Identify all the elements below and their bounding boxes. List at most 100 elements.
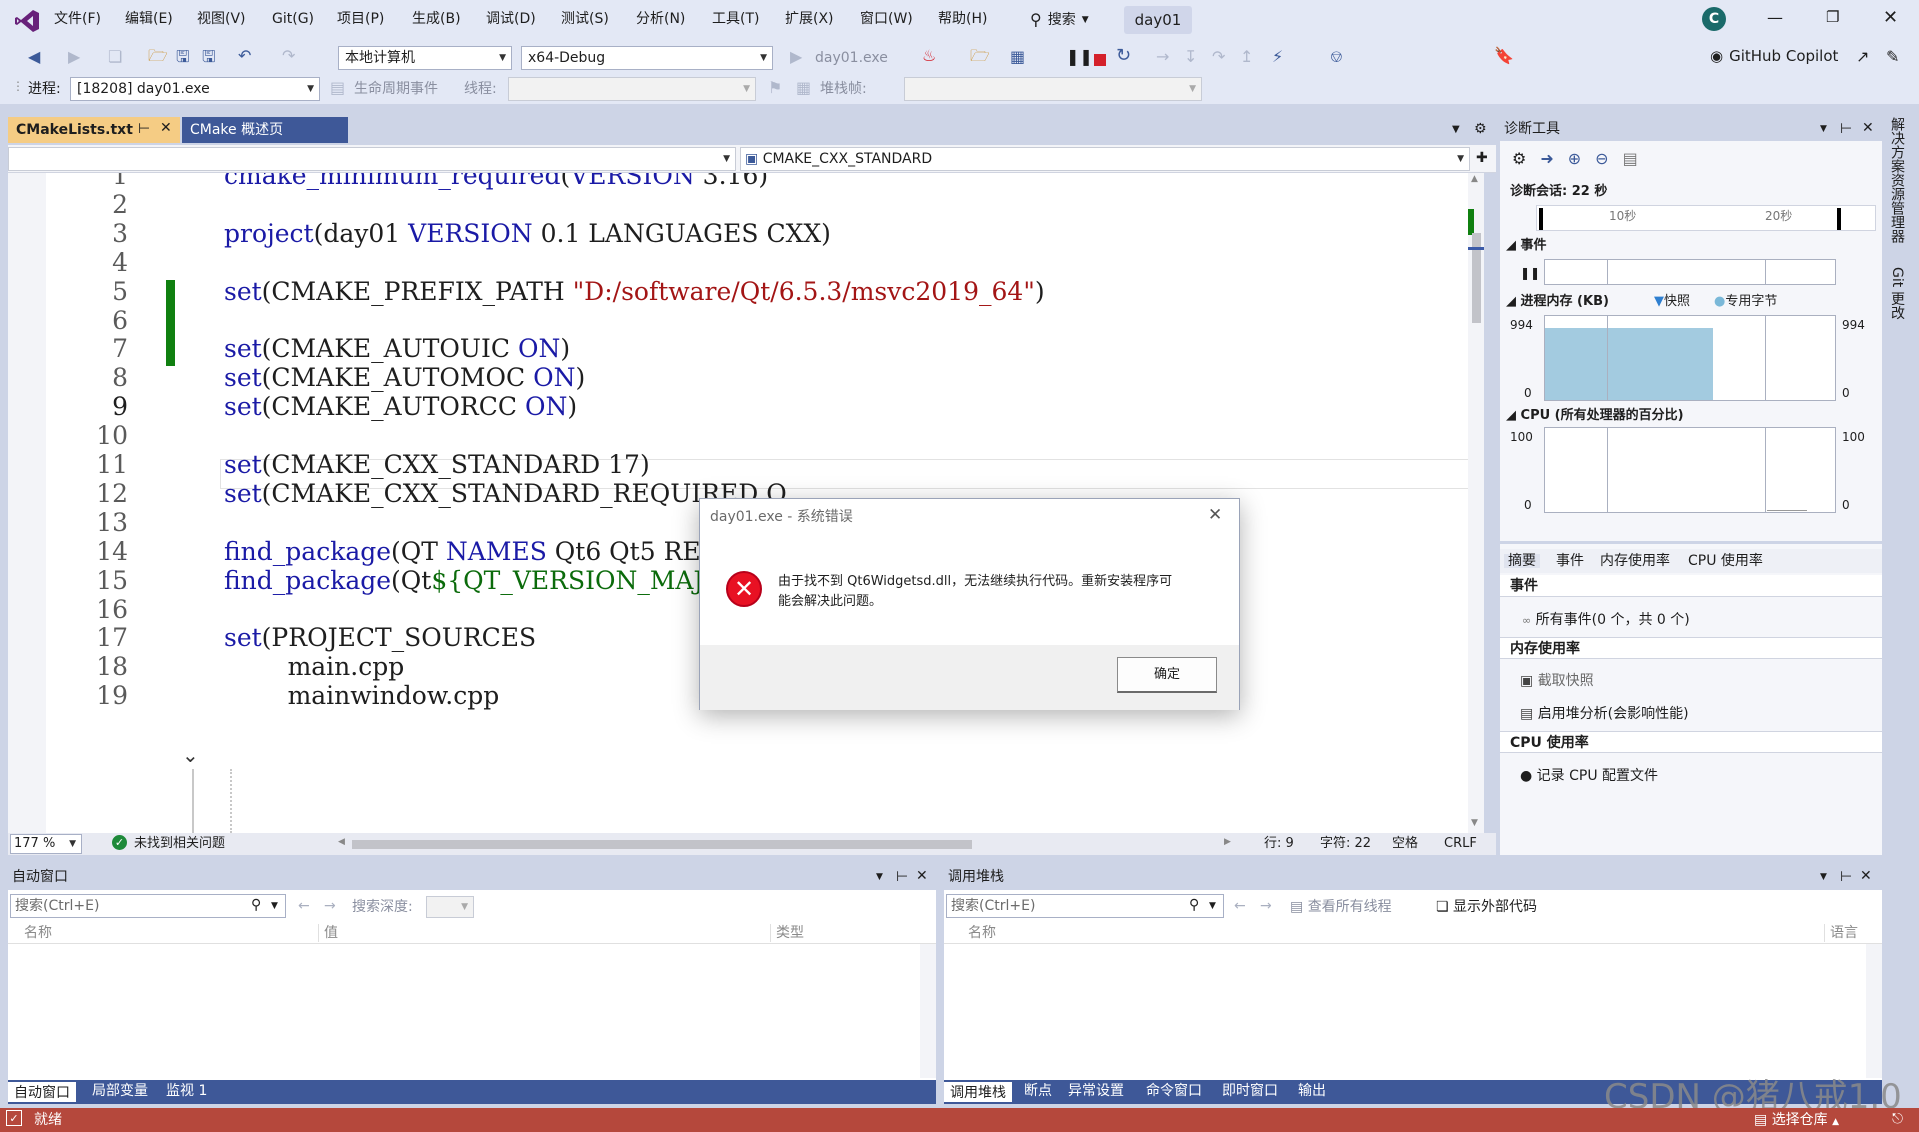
breakpoint-icon[interactable]: ⎊ (1330, 49, 1343, 65)
menu-debug[interactable]: 调试(D) (486, 12, 536, 26)
column-language[interactable]: 语言 (1830, 926, 1858, 940)
pause-icon[interactable]: ❚❚ (1520, 267, 1540, 279)
diagnostics-icon[interactable]: ⚡ (1272, 49, 1283, 65)
new-item-icon[interactable]: ❏ (108, 49, 122, 65)
minimize-button[interactable]: — (1767, 10, 1783, 26)
pin-icon[interactable]: ⊢ (896, 870, 908, 884)
panel-menu-icon[interactable]: ▼ (1820, 873, 1827, 882)
collapse-chevron-icon[interactable]: ⌄ (182, 745, 199, 765)
git-changes-tab[interactable]: Git 更改 (1889, 267, 1905, 320)
tab-immediate-window[interactable]: 即时窗口 (1216, 1080, 1284, 1102)
tab-summary[interactable]: 摘要 (1504, 554, 1540, 568)
stop-icon[interactable] (1094, 54, 1106, 66)
tab-events[interactable]: 事件 (1556, 554, 1584, 568)
menu-tools[interactable]: 工具(T) (712, 12, 759, 26)
menu-build[interactable]: 生成(B) (412, 12, 461, 26)
menu-file[interactable]: 文件(F) (54, 12, 101, 26)
tab-overflow-icon[interactable]: ▼ (1452, 125, 1460, 135)
scroll-down-icon[interactable]: ▼ (1471, 819, 1478, 828)
tab-watch-1[interactable]: 监视 1 (160, 1080, 213, 1102)
save-all-icon[interactable]: 🖫 (202, 49, 216, 65)
member-select[interactable]: ▣ CMAKE_CXX_STANDARD ▼ (740, 147, 1470, 171)
configuration-select[interactable]: x64-Debug ▼ (521, 46, 773, 70)
dialog-close-button[interactable]: ✕ (1208, 507, 1222, 524)
panel-menu-icon[interactable]: ▼ (1820, 125, 1827, 134)
pause-icon[interactable]: ❚❚ (1066, 49, 1093, 65)
heap-profiling-button[interactable]: ▤ 启用堆分析(会影响性能) (1520, 707, 1689, 721)
menu-project[interactable]: 项目(P) (337, 12, 384, 26)
line-indicator[interactable]: 行: 9 (1264, 837, 1294, 850)
column-indicator[interactable]: 字符: 22 (1320, 837, 1371, 850)
search-forward-icon[interactable]: → (324, 899, 336, 913)
export-icon[interactable]: ➜ (1540, 151, 1553, 167)
menu-view[interactable]: 视图(V) (197, 12, 246, 26)
machine-select[interactable]: 本地计算机 ▼ (338, 46, 512, 70)
close-window-button[interactable]: ✕ (1883, 9, 1898, 27)
horizontal-scroll-thumb[interactable] (352, 840, 972, 849)
close-icon[interactable]: ✕ (916, 869, 928, 883)
tab-call-stack[interactable]: 调用堆栈 (944, 1080, 1012, 1102)
thread-select[interactable]: ▼ (508, 77, 756, 101)
menu-git[interactable]: Git(G) (272, 12, 314, 26)
search-depth-select[interactable]: ▼ (426, 896, 474, 918)
flag-icon[interactable]: ⚑ (768, 80, 782, 96)
gear-icon[interactable]: ⚙ (1474, 122, 1487, 136)
menu-help[interactable]: 帮助(H) (938, 12, 987, 26)
zoom-in-icon[interactable]: ⊕ (1568, 151, 1581, 167)
tab-locals[interactable]: 局部变量 (86, 1080, 154, 1102)
step-into-icon[interactable]: ↧ (1184, 49, 1197, 65)
timeline-ruler[interactable]: 10秒 20秒 (1536, 205, 1876, 231)
column-value[interactable]: 值 (324, 926, 338, 940)
pin-icon[interactable]: ⊢ (138, 122, 150, 136)
solution-explorer-tab[interactable]: 解决方案资源管理器 (1889, 117, 1905, 243)
tab-exception-settings[interactable]: 异常设置 (1062, 1080, 1130, 1102)
issues-status[interactable]: 未找到相关问题 (134, 837, 225, 850)
forward-icon[interactable]: ▶ (68, 49, 80, 65)
lifecycle-icon[interactable]: ▤ (330, 80, 345, 96)
github-copilot-button[interactable]: ◉ GitHub Copilot (1710, 49, 1838, 64)
search-menu[interactable]: ⚲ 搜索 ▼ (1030, 10, 1089, 30)
panel-menu-icon[interactable]: ▼ (876, 873, 883, 882)
pin-icon[interactable]: ⊢ (1840, 870, 1852, 884)
take-snapshot-button[interactable]: ▣ 截取快照 (1520, 674, 1594, 688)
split-icon[interactable]: ✚ (1476, 151, 1488, 165)
share-icon[interactable]: ↗ (1856, 49, 1869, 65)
autos-search-input[interactable]: 搜索(Ctrl+E) ⚲ ▼ (10, 894, 286, 918)
restart-icon[interactable]: ↻ (1116, 47, 1131, 65)
open-folder-icon[interactable]: 🗁 (148, 48, 168, 64)
hot-reload-icon[interactable]: ♨ (922, 48, 936, 64)
lifecycle-events-button[interactable]: 生命周期事件 (354, 82, 438, 96)
close-icon[interactable]: ✕ (1862, 121, 1874, 135)
folder-view-icon[interactable]: 🗁 (970, 48, 990, 64)
play-icon[interactable]: ▶ (790, 49, 802, 65)
tab-output[interactable]: 输出 (1292, 1080, 1332, 1102)
ok-button[interactable]: 确定 (1117, 657, 1217, 693)
bookmark-icon[interactable]: 🔖 (1494, 48, 1514, 64)
visual-studio-logo-icon[interactable] (14, 8, 40, 34)
tab-autos[interactable]: 自动窗口 (8, 1080, 76, 1102)
pin-icon[interactable]: ⊢ (1840, 122, 1852, 136)
back-icon[interactable]: ◀ (28, 49, 40, 65)
scope-select[interactable]: ▼ (8, 147, 736, 171)
menu-analyze[interactable]: 分析(N) (636, 12, 685, 26)
account-avatar[interactable]: C (1702, 7, 1726, 31)
column-type[interactable]: 类型 (776, 926, 804, 940)
zoom-select[interactable]: 177 % ▼ (10, 834, 82, 854)
feedback-icon[interactable]: ✎ (1886, 49, 1899, 65)
scroll-left-icon[interactable]: ◀ (338, 838, 345, 847)
record-cpu-button[interactable]: ● 记录 CPU 配置文件 (1520, 769, 1658, 783)
tab-cpu-usage[interactable]: CPU 使用率 (1688, 554, 1763, 568)
step-over-icon[interactable]: ↷ (1212, 49, 1225, 65)
redo-icon[interactable]: ↷ (282, 48, 295, 64)
show-next-statement-icon[interactable]: → (1156, 49, 1169, 65)
menu-edit[interactable]: 编辑(E) (125, 12, 173, 26)
zoom-out-icon[interactable]: ⊖ (1595, 151, 1608, 167)
break-all-icon[interactable]: ▦ (1010, 49, 1025, 65)
menu-window[interactable]: 窗口(W) (860, 12, 913, 26)
process-select[interactable]: [18208] day01.exe ▼ (70, 77, 320, 101)
step-out-icon[interactable]: ↥ (1240, 49, 1253, 65)
autos-vertical-scrollbar[interactable] (920, 944, 936, 1078)
run-target-label[interactable]: day01.exe (815, 51, 888, 65)
restore-button[interactable]: ❐ (1826, 10, 1839, 25)
select-repository-button[interactable]: ▤ 选择仓库 ▲ (1754, 1113, 1839, 1127)
